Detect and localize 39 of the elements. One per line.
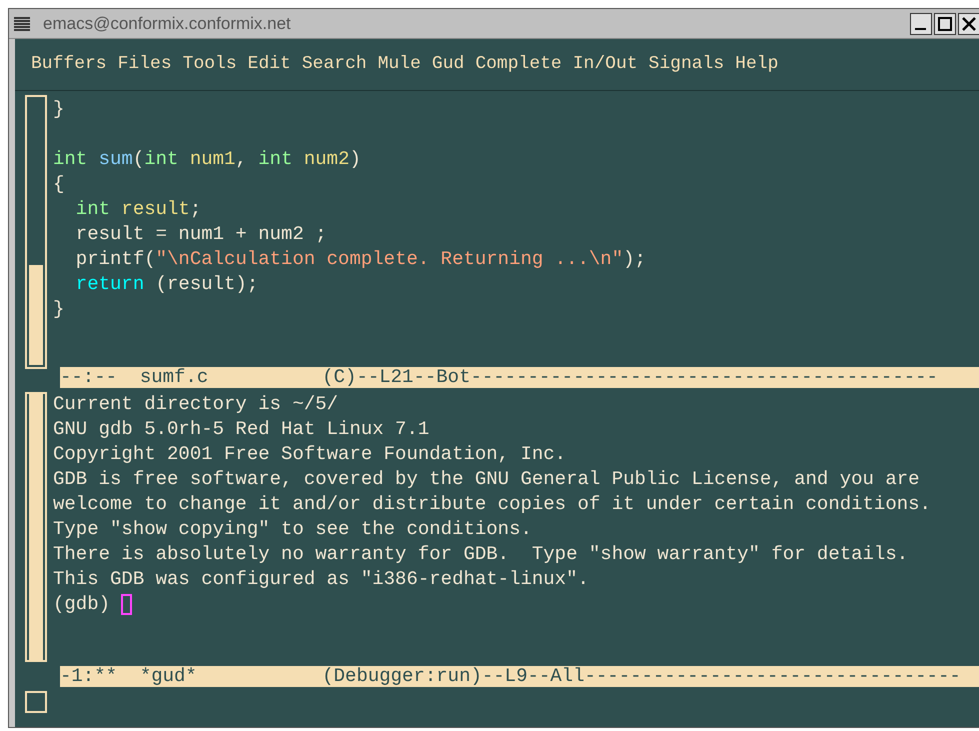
menu-item[interactable]: Mule — [378, 51, 421, 78]
menu-item[interactable]: Complete — [475, 51, 562, 78]
menu-item[interactable]: Gud — [432, 51, 464, 78]
menu-item[interactable]: Signals — [648, 51, 724, 78]
scroll-bar[interactable] — [25, 95, 47, 369]
maximize-icon[interactable] — [934, 12, 956, 34]
code-line: printf("\nCalculation complete. Returning ...\n"); — [74, 247, 646, 272]
code-line: int result; — [74, 197, 202, 222]
window-title: emacs@conformix.conformix.net — [43, 12, 292, 35]
output-line: welcome to change it and/or distribute copies of it under certain conditions. — [53, 492, 931, 517]
text-cursor — [121, 594, 132, 615]
output-line: GNU gdb 5.0rh-5 Red Hat Linux 7.1 — [53, 417, 430, 442]
close-icon[interactable] — [958, 12, 979, 34]
scroll-bar[interactable] — [25, 691, 47, 713]
output-line: GDB is free software, covered by the GNU General Public License, and you are — [53, 467, 921, 492]
output-line: Copyright 2001 Free Software Foundation, Inc. — [53, 442, 568, 467]
code-line: } — [53, 97, 66, 122]
output-line: There is absolutely no warranty for GDB. Type "show warranty" for details. — [53, 542, 910, 567]
scroll-thumb[interactable] — [29, 394, 43, 660]
menu-item[interactable]: Tools — [182, 51, 237, 78]
output-line: Current directory is ~/5/ — [53, 392, 340, 417]
scroll-thumb[interactable] — [29, 265, 43, 365]
output-line: This GDB was configured as "i386-redhat-linux". — [53, 567, 590, 592]
gdb-prompt: (gdb) — [53, 592, 110, 617]
menu-item[interactable]: Files — [118, 51, 172, 78]
menu-item[interactable]: In/Out — [572, 51, 638, 78]
code-line: return (result); — [74, 272, 260, 297]
code-line: } — [53, 297, 66, 322]
code-line: int sum(int num1, int num2) — [53, 147, 362, 172]
minimize-icon[interactable] — [910, 12, 932, 34]
menu-item[interactable]: Buffers — [31, 51, 107, 78]
output-line: Type "show copying" to see the conditions. — [53, 517, 533, 542]
scroll-bar[interactable] — [25, 392, 47, 662]
menu-item[interactable]: Help — [735, 51, 778, 78]
code-line: result = num1 + num2 ; — [74, 222, 328, 247]
menu-item[interactable]: Search — [302, 51, 367, 78]
menu-item[interactable]: Edit — [248, 51, 291, 78]
menu-icon[interactable] — [13, 14, 31, 32]
code-line: { — [53, 172, 66, 197]
